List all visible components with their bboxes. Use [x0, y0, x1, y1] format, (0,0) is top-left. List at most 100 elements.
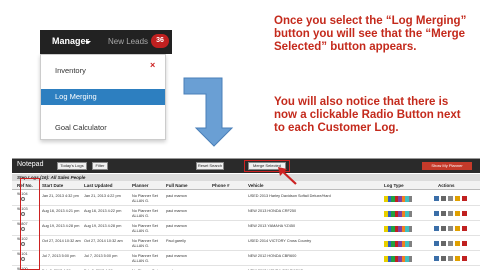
manager-dropdown-menu: Inventory Log Merging Goal Calculator: [40, 54, 166, 140]
arrow-down-right-icon: [183, 77, 234, 147]
close-icon[interactable]: ×: [150, 60, 155, 70]
chevron-down-icon: [85, 41, 91, 44]
filter-button[interactable]: Filter: [92, 162, 108, 170]
delete-icon[interactable]: [462, 196, 467, 201]
vehicle-cell: NEW 2012 HONDA CBR600: [248, 254, 297, 258]
delete-icon[interactable]: [462, 211, 467, 216]
arrow-up-left-icon: [278, 167, 297, 185]
start-date-cell: Oct 27, 2014 10:32 am: [42, 239, 81, 243]
edit-icon[interactable]: [434, 241, 439, 246]
delete-icon[interactable]: [462, 241, 467, 246]
manager-menu-button[interactable]: Manager: [52, 36, 89, 46]
start-date-cell: Aug 19, 2013 4:28 pm: [42, 224, 80, 228]
planner-cell: No Planner Set: [132, 224, 158, 228]
view-icon[interactable]: [441, 256, 446, 261]
row-actions: [434, 225, 474, 233]
edit-icon[interactable]: [434, 226, 439, 231]
print-icon[interactable]: [448, 256, 453, 261]
table-row[interactable]: 98102 Oct 27, 2014 10:32 am Oct 27, 2014 1…: [12, 236, 480, 251]
planner-cell: No Planner Set: [132, 194, 158, 198]
planner-cell: No Planner Set: [132, 209, 158, 213]
view-icon[interactable]: [441, 226, 446, 231]
planner-name-cell: ALLAN G.: [132, 244, 150, 248]
full-name-cell[interactable]: paul mamon: [166, 254, 187, 258]
start-date-cell: Jan 21, 2013 4:32 pm: [42, 194, 79, 198]
col-start-date[interactable]: Start Date: [42, 183, 63, 188]
show-my-planner-button[interactable]: Show My Planner: [422, 162, 472, 170]
notepad-app: Notepad Today's Logs Filter Reset Search…: [12, 158, 480, 270]
planner-cell: No Planner Set: [132, 254, 158, 258]
vehicle-cell: USED 2013 Harley Davidson Softail Deluxe…: [248, 194, 331, 198]
step-logs-subheader: Step Logs (16): All Sales People: [12, 174, 480, 181]
top-nav-bar: Manager New Leads 36: [40, 30, 172, 54]
table-row[interactable]: 98103 Aug 16, 2013 4:21 pm Aug 16, 2013 4:…: [12, 206, 480, 221]
star-icon[interactable]: [455, 241, 460, 246]
table-header: Ref No. Start Date Last Updated Planner …: [12, 181, 480, 190]
todays-logs-button[interactable]: Today's Logs: [57, 162, 87, 170]
vehicle-cell: NEW 2013 HONDA CRF250: [248, 209, 297, 213]
planner-name-cell: ALLAN G.: [132, 214, 150, 218]
col-actions: Actions: [438, 183, 455, 188]
planner-cell: No Planner Set: [132, 239, 158, 243]
log-type-indicator: [384, 226, 412, 232]
row-actions: [434, 195, 474, 203]
edit-icon[interactable]: [434, 196, 439, 201]
last-updated-cell: Aug 19, 2013 4:28 pm: [84, 224, 122, 228]
planner-name-cell: ALLAN G.: [132, 259, 150, 263]
row-actions: [434, 255, 474, 263]
view-icon[interactable]: [441, 196, 446, 201]
log-type-indicator: [384, 256, 412, 262]
menu-item-inventory[interactable]: Inventory: [41, 64, 165, 78]
vehicle-cell: USED 2014 VICTORY Cross Country: [248, 239, 312, 243]
star-icon[interactable]: [455, 256, 460, 261]
log-type-indicator: [384, 241, 412, 247]
notepad-title: Notepad: [17, 161, 44, 168]
star-icon[interactable]: [455, 211, 460, 216]
menu-item-log-merging[interactable]: Log Merging: [41, 89, 165, 105]
delete-icon[interactable]: [462, 256, 467, 261]
edit-icon[interactable]: [434, 256, 439, 261]
last-updated-cell: Aug 16, 2013 4:22 pm: [84, 209, 122, 213]
col-phone[interactable]: Phone #: [212, 183, 230, 188]
print-icon[interactable]: [448, 211, 453, 216]
last-updated-cell: Jul 7, 2013 5:00 pm: [84, 254, 118, 258]
instruction-note-radio: You will also notice that there is now a…: [274, 96, 461, 134]
col-last-updated[interactable]: Last Updated: [84, 183, 113, 188]
menu-item-goal-calculator[interactable]: Goal Calculator: [41, 121, 165, 135]
col-planner[interactable]: Planner: [132, 183, 149, 188]
print-icon[interactable]: [448, 226, 453, 231]
start-date-cell: Aug 16, 2013 4:21 pm: [42, 209, 80, 213]
last-updated-cell: Oct 27, 2014 10:32 am: [84, 239, 123, 243]
full-name-cell[interactable]: paul mamon: [166, 209, 187, 213]
full-name-cell[interactable]: paul mamon: [166, 194, 187, 198]
view-icon[interactable]: [441, 211, 446, 216]
view-icon[interactable]: [441, 241, 446, 246]
planner-name-cell: ALLAN G.: [132, 229, 150, 233]
table-row[interactable]: 98104 Jan 21, 2013 4:32 pm Jan 21, 2013 4:…: [12, 191, 480, 206]
table-row[interactable]: 98807 Aug 19, 2013 4:28 pm Aug 19, 2013 4:…: [12, 221, 480, 236]
reset-search-button[interactable]: Reset Search: [196, 162, 224, 170]
print-icon[interactable]: [448, 196, 453, 201]
notepad-toolbar: Notepad Today's Logs Filter Reset Search…: [12, 159, 480, 173]
radio-column-highlight: [20, 178, 40, 270]
full-name-cell[interactable]: Paul garelly: [166, 239, 186, 243]
log-type-indicator: [384, 196, 412, 202]
planner-name-cell: ALLAN G.: [132, 199, 150, 203]
table-row[interactable]: 98100Feb 8, 2013 4:59 pmFeb 8, 2013 4:59…: [12, 266, 480, 270]
row-actions: [434, 210, 474, 218]
full-name-cell[interactable]: paul mamon: [166, 224, 187, 228]
delete-icon[interactable]: [462, 226, 467, 231]
print-icon[interactable]: [448, 241, 453, 246]
new-leads-count-badge: 36: [151, 34, 169, 48]
edit-icon[interactable]: [434, 211, 439, 216]
log-type-indicator: [384, 211, 412, 217]
col-vehicle[interactable]: Vehicle: [248, 183, 264, 188]
new-leads-link[interactable]: New Leads: [108, 37, 148, 46]
star-icon[interactable]: [455, 226, 460, 231]
start-date-cell: Jul 7, 2013 5:00 pm: [42, 254, 76, 258]
star-icon[interactable]: [455, 196, 460, 201]
col-full-name[interactable]: Full Name: [166, 183, 188, 188]
col-log-type[interactable]: Log Type: [384, 183, 404, 188]
table-row[interactable]: 98101 Jul 7, 2013 5:00 pm Jul 7, 2013 5:00…: [12, 251, 480, 266]
last-updated-cell: Jan 21, 2013 4:22 pm: [84, 194, 121, 198]
